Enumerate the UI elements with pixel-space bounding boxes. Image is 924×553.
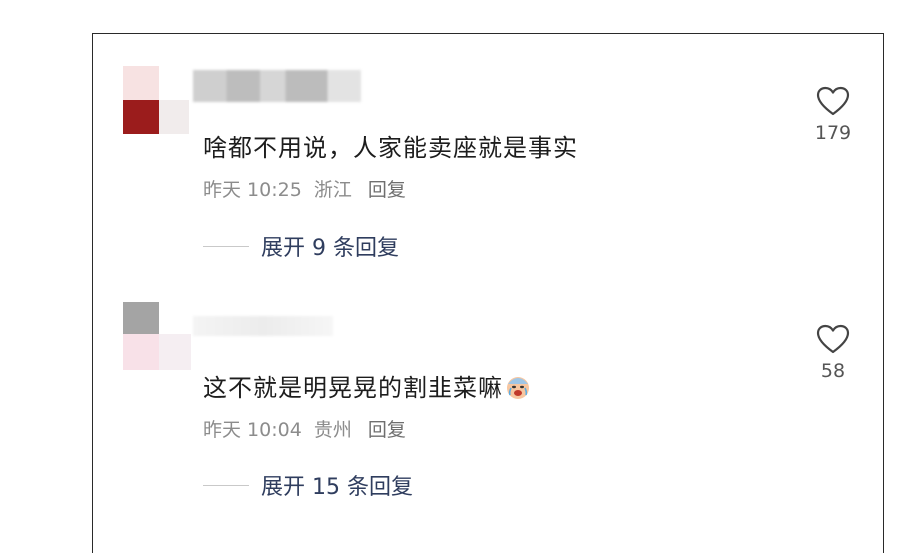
comment-text: 这不就是明晃晃的割韭菜嘛 xyxy=(203,368,531,403)
heart-outline-icon[interactable] xyxy=(816,86,850,116)
crying-laughing-emoji xyxy=(507,377,529,399)
comment-text: 啥都不用说，人家能卖座就是事实 xyxy=(203,134,578,162)
like-button[interactable]: 179 xyxy=(813,86,853,144)
comment-time: 昨天 10:25 xyxy=(203,179,302,201)
heart-outline-icon[interactable] xyxy=(816,324,850,354)
reply-button[interactable]: 回复 xyxy=(368,179,406,201)
like-count: 179 xyxy=(814,122,852,144)
expand-replies-button[interactable]: 展开 15 条回复 xyxy=(203,469,413,501)
like-button[interactable]: 58 xyxy=(813,324,853,382)
expand-replies-label: 展开 15 条回复 xyxy=(261,475,413,500)
avatar[interactable] xyxy=(123,302,193,372)
avatar[interactable] xyxy=(123,66,193,136)
username-blurred[interactable] xyxy=(193,316,333,336)
divider-line xyxy=(203,245,249,247)
like-count: 58 xyxy=(820,360,846,382)
expand-replies-label: 展开 9 条回复 xyxy=(261,236,399,261)
comment-location: 浙江 xyxy=(313,179,352,201)
comment-time: 昨天 10:04 xyxy=(203,419,302,441)
comment-meta: 昨天 10:25 浙江 回复 xyxy=(203,175,406,202)
comment-text-content: 这不就是明晃晃的割韭菜嘛 xyxy=(203,374,503,402)
username-blurred[interactable] xyxy=(193,70,361,102)
comment-location: 贵州 xyxy=(313,419,352,441)
reply-button[interactable]: 回复 xyxy=(368,419,406,441)
comment-meta: 昨天 10:04 贵州 回复 xyxy=(203,415,406,442)
expand-replies-button[interactable]: 展开 9 条回复 xyxy=(203,230,399,262)
comment-list: 啥都不用说，人家能卖座就是事实 昨天 10:25 浙江 回复 展开 9 条回复 … xyxy=(92,33,884,553)
divider-line xyxy=(203,484,249,486)
